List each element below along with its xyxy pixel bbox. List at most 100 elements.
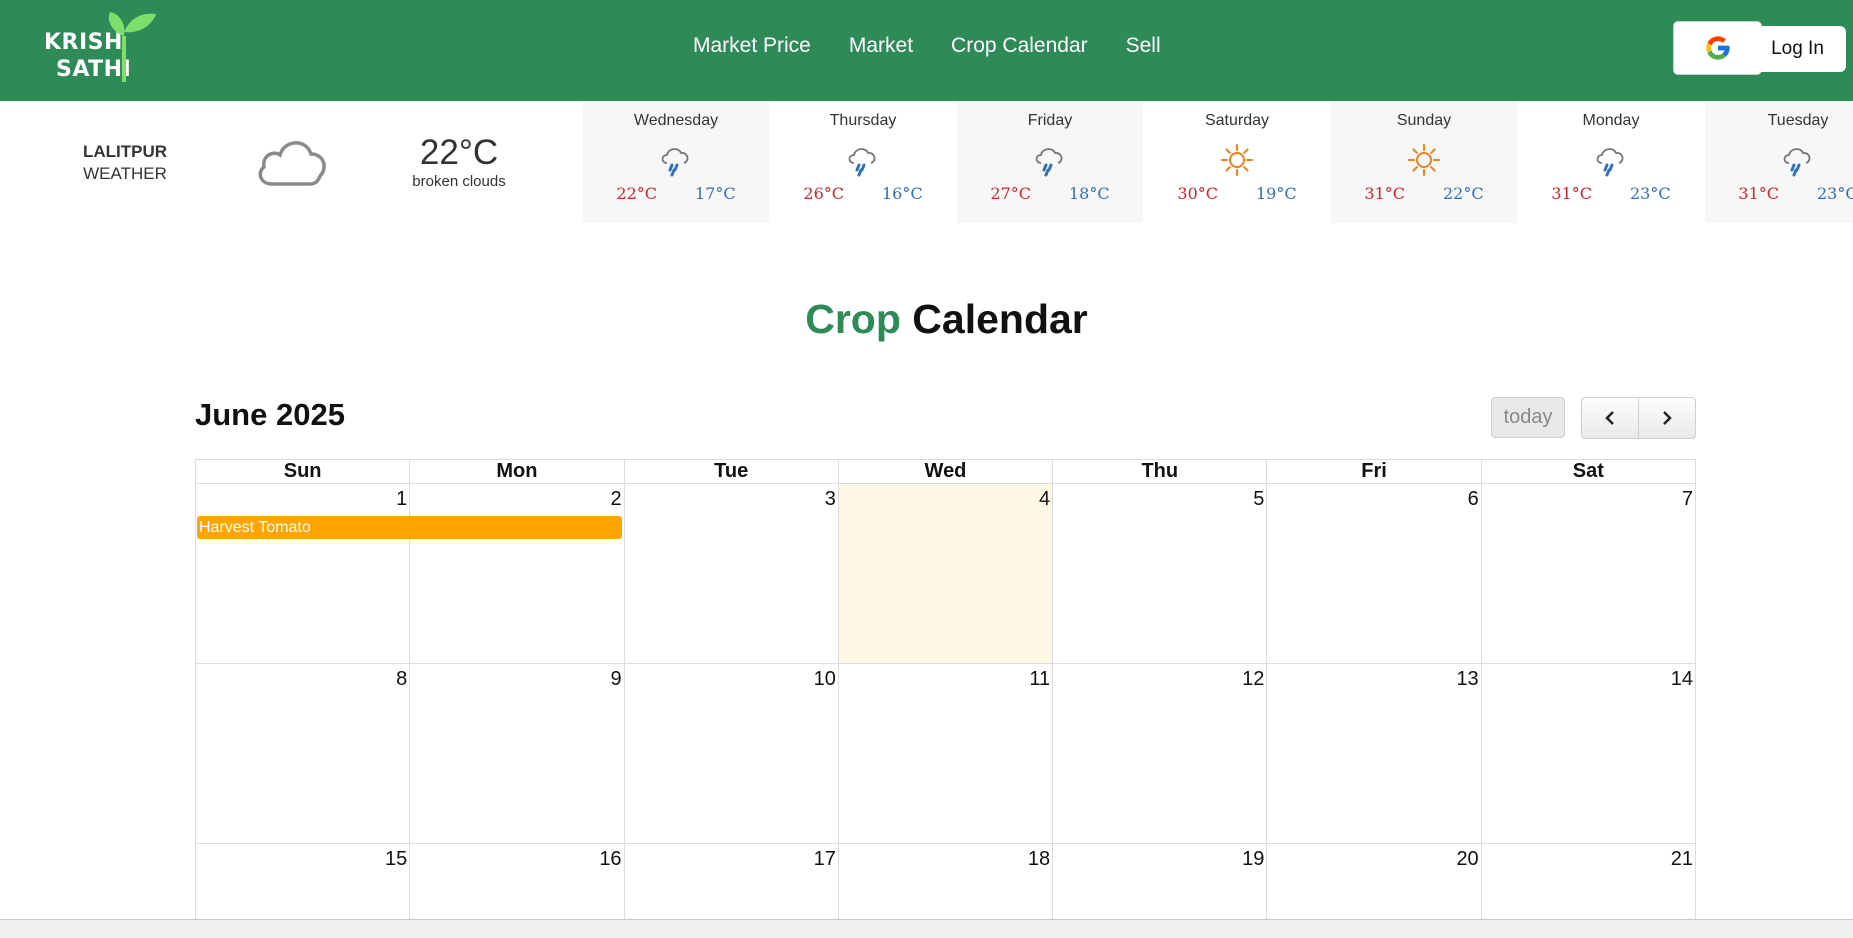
forecast-day-name: Thursday	[829, 112, 897, 129]
forecast-low: 23°C	[1817, 184, 1853, 203]
rain-cloud-icon	[957, 138, 1143, 182]
forecast-low: 19°C	[1256, 184, 1297, 203]
day-cell[interactable]: 21	[1480, 843, 1697, 920]
weather-city: LALITPUR	[82, 142, 168, 161]
day-number: 12	[1242, 668, 1265, 690]
day-number: 6	[1467, 488, 1479, 510]
day-cell[interactable]: 2	[409, 483, 625, 664]
page-title-rest: Calendar	[912, 296, 1088, 342]
forecast-high: 31°C	[1551, 184, 1592, 203]
day-number: 11	[1029, 668, 1051, 690]
day-number: 13	[1456, 668, 1479, 690]
day-cell[interactable]: 7	[1480, 483, 1697, 664]
current-temperature: 22°C	[419, 133, 499, 172]
forecast-day: Monday 31°C 23°C	[1518, 101, 1704, 223]
calendar-month-title: June 2025	[195, 397, 345, 432]
day-number: 17	[813, 848, 836, 870]
top-navbar: KRISH SATHI Market Price Market Crop Cal…	[0, 0, 1853, 101]
day-cell[interactable]: 13	[1266, 663, 1482, 844]
forecast-high: 31°C	[1738, 184, 1779, 203]
forecast-day: Saturday 30°C 19°C	[1144, 101, 1330, 223]
day-cell[interactable]: 3	[623, 483, 839, 664]
nav-sell[interactable]: Sell	[1126, 34, 1161, 58]
window-bottom-edge	[0, 919, 1853, 938]
rain-cloud-icon	[583, 138, 769, 182]
day-number: 10	[813, 668, 836, 690]
calendar-week: 15 16 17 18 19 20 21	[194, 843, 1697, 920]
forecast-day: Thursday 26°C 16°C	[770, 101, 956, 223]
forecast-day-name: Tuesday	[1767, 112, 1829, 129]
main-nav: Market Price Market Crop Calendar Sell	[693, 34, 1199, 58]
weather-forecast: Wednesday 22°C 17°C Thursday 26°C 16°C Fri…	[583, 101, 1853, 223]
day-number: 15	[385, 848, 408, 870]
weather-location: LALITPUR WEATHER	[60, 141, 190, 185]
google-g-icon	[1705, 36, 1730, 60]
forecast-low: 18°C	[1069, 184, 1110, 203]
rain-cloud-icon	[770, 138, 956, 182]
day-cell[interactable]: 19	[1052, 843, 1268, 920]
weekday-header: Wed	[837, 459, 1054, 484]
day-number: 4	[1039, 488, 1051, 510]
day-cell[interactable]: 5	[1052, 483, 1268, 664]
next-month-button[interactable]	[1638, 398, 1695, 438]
day-cell[interactable]: 6	[1266, 483, 1482, 664]
today-button[interactable]: today	[1491, 397, 1565, 438]
krishi-sathi-logo[interactable]: KRISH SATHI	[44, 6, 156, 84]
calendar-event[interactable]: Harvest Tomato	[197, 516, 622, 539]
day-number: 16	[599, 848, 622, 870]
day-cell[interactable]: 18	[837, 843, 1054, 920]
nav-market[interactable]: Market	[849, 34, 913, 58]
nav-crop-calendar[interactable]: Crop Calendar	[951, 34, 1088, 58]
forecast-day: Sunday 31°C 22°C	[1331, 101, 1517, 223]
weather-label: WEATHER	[83, 164, 167, 183]
forecast-day-name: Saturday	[1204, 112, 1270, 129]
weekday-header: Thu	[1052, 459, 1268, 484]
login-button[interactable]: Log In	[1749, 26, 1846, 72]
page-title: Crop Calendar	[0, 296, 1853, 343]
calendar-week: 1 2 3 4 5 6 7	[194, 483, 1697, 664]
forecast-high: 30°C	[1177, 184, 1218, 203]
day-cell[interactable]: 11	[837, 663, 1054, 844]
sun-icon	[1331, 138, 1517, 182]
day-cell[interactable]: 10	[623, 663, 839, 844]
weekday-header: Tue	[623, 459, 839, 484]
forecast-day-name: Sunday	[1396, 112, 1452, 129]
forecast-day-name: Friday	[1027, 112, 1073, 129]
prev-month-button[interactable]	[1582, 398, 1638, 438]
day-number: 3	[824, 488, 836, 510]
forecast-low: 17°C	[695, 184, 736, 203]
day-number: 19	[1242, 848, 1265, 870]
day-cell[interactable]: 9	[409, 663, 625, 844]
day-cell-today[interactable]: 4	[837, 483, 1054, 664]
forecast-day: Friday 27°C 18°C	[957, 101, 1143, 223]
day-cell[interactable]: 14	[1480, 663, 1697, 844]
day-cell[interactable]: 12	[1052, 663, 1268, 844]
day-cell[interactable]: 1	[194, 483, 411, 664]
day-number: 1	[396, 488, 408, 510]
forecast-day: Wednesday 22°C 17°C	[583, 101, 769, 223]
chevron-right-icon	[1663, 411, 1672, 425]
forecast-day-name: Wednesday	[633, 112, 719, 129]
sun-icon	[1144, 138, 1330, 182]
day-cell[interactable]: 8	[194, 663, 411, 844]
forecast-low: 23°C	[1630, 184, 1671, 203]
day-number: 8	[396, 668, 408, 690]
nav-market-price[interactable]: Market Price	[693, 34, 811, 58]
day-cell[interactable]: 15	[194, 843, 411, 920]
forecast-high: 27°C	[990, 184, 1031, 203]
day-cell[interactable]: 16	[409, 843, 625, 920]
forecast-day: Tuesday 31°C 23°C	[1705, 101, 1853, 223]
day-number: 21	[1670, 848, 1693, 870]
day-cell[interactable]: 17	[623, 843, 839, 920]
day-cell[interactable]: 20	[1266, 843, 1482, 920]
calendar-nav-group	[1581, 397, 1696, 439]
day-number: 7	[1681, 488, 1693, 510]
chevron-left-icon	[1605, 411, 1614, 425]
day-number: 14	[1670, 668, 1693, 690]
day-number: 20	[1456, 848, 1479, 870]
weekday-header: Sat	[1480, 459, 1697, 484]
forecast-low: 16°C	[882, 184, 923, 203]
day-number: 5	[1253, 488, 1265, 510]
weekday-header: Fri	[1266, 459, 1482, 484]
forecast-high: 22°C	[616, 184, 657, 203]
